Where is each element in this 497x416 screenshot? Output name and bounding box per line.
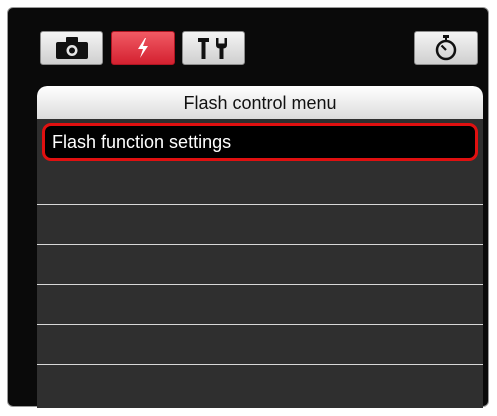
menu-item-empty-6[interactable] bbox=[37, 325, 483, 365]
flash-icon bbox=[138, 38, 148, 58]
tab-flash[interactable] bbox=[111, 31, 175, 65]
menu-item-empty-2[interactable] bbox=[37, 165, 483, 205]
camera-screen: Flash control menu Flash function settin… bbox=[7, 7, 489, 408]
menu-item-empty-3[interactable] bbox=[37, 205, 483, 245]
menu-header: Flash control menu bbox=[37, 86, 483, 119]
tools-icon bbox=[197, 38, 227, 59]
tab-setup[interactable] bbox=[182, 31, 245, 65]
camera-icon bbox=[55, 37, 88, 59]
menu-list-bottom bbox=[37, 365, 483, 408]
flash-control-menu-panel: Flash control menu Flash function settin… bbox=[37, 86, 483, 408]
tab-shooting[interactable] bbox=[40, 31, 103, 65]
menu-item-empty-5[interactable] bbox=[37, 285, 483, 325]
tab-timer[interactable] bbox=[414, 31, 478, 65]
menu-item-empty-4[interactable] bbox=[37, 245, 483, 285]
timer-icon bbox=[435, 35, 457, 61]
menu-item-label: Flash function settings bbox=[52, 132, 232, 152]
menu-item-flash-function-settings[interactable]: Flash function settings bbox=[42, 123, 478, 161]
menu-title: Flash control menu bbox=[183, 93, 337, 113]
